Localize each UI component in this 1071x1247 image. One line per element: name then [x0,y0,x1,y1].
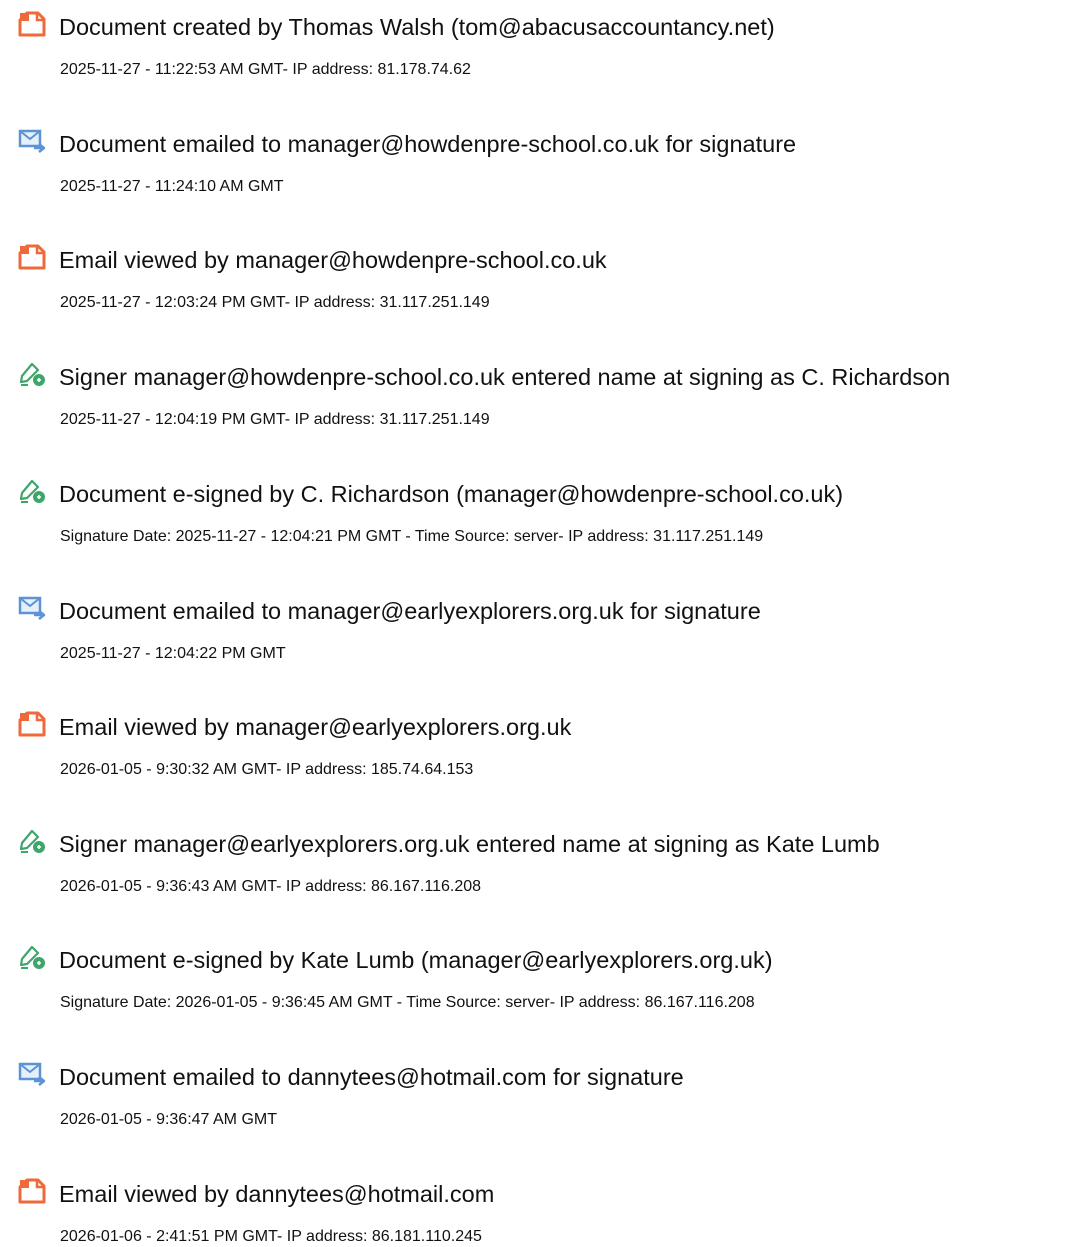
audit-event: Signer manager@earlyexplorers.org.uk ent… [0,817,1071,897]
event-title: Signer manager@earlyexplorers.org.uk ent… [59,831,880,857]
audit-event: Document emailed to dannytees@hotmail.co… [0,1050,1071,1130]
audit-event: Email viewed by manager@howdenpre-school… [0,233,1071,313]
event-detail: Signature Date: 2026-01-05 - 9:36:45 AM … [60,994,755,1011]
pen-sign-icon [18,478,46,504]
event-detail: 2025-11-27 - 11:24:10 AM GMT [60,178,284,195]
event-title: Document e-signed by C. Richardson (mana… [59,481,844,507]
audit-event: Document emailed to manager@earlyexplore… [0,584,1071,664]
pen-sign-icon [18,828,46,854]
audit-event: Document e-signed by Kate Lumb (manager@… [0,933,1071,1013]
document-icon [18,244,46,270]
event-detail: 2026-01-06 - 2:41:51 PM GMT- IP address:… [60,1228,482,1245]
event-title: Email viewed by manager@howdenpre-school… [59,247,607,273]
event-title: Document emailed to manager@earlyexplore… [59,598,761,624]
event-detail: 2026-01-05 - 9:30:32 AM GMT- IP address:… [60,761,474,778]
document-icon [18,11,46,37]
event-title: Document e-signed by Kate Lumb (manager@… [59,947,773,973]
email-send-icon [18,595,46,621]
event-title: Email viewed by dannytees@hotmail.com [59,1181,495,1207]
audit-event: Email viewed by dannytees@hotmail.com 20… [0,1167,1071,1247]
pen-sign-icon [18,361,46,387]
audit-trail-list: Document created by Thomas Walsh (tom@ab… [0,0,1071,1245]
event-title: Document emailed to dannytees@hotmail.co… [59,1064,684,1090]
event-detail: 2025-11-27 - 12:04:22 PM GMT [60,645,286,662]
document-icon [18,711,46,737]
event-detail: 2025-11-27 - 12:04:19 PM GMT- IP address… [60,411,490,428]
pen-sign-icon [18,944,46,970]
audit-event: Document emailed to manager@howdenpre-sc… [0,117,1071,197]
document-icon [18,1178,46,1204]
event-detail: 2025-11-27 - 12:03:24 PM GMT- IP address… [60,294,490,311]
audit-event: Email viewed by manager@earlyexplorers.o… [0,700,1071,780]
audit-event: Document created by Thomas Walsh (tom@ab… [0,0,1071,80]
event-detail: Signature Date: 2025-11-27 - 12:04:21 PM… [60,528,764,545]
event-title: Document created by Thomas Walsh (tom@ab… [59,14,775,40]
event-title: Document emailed to manager@howdenpre-sc… [59,131,797,157]
event-detail: 2026-01-05 - 9:36:47 AM GMT [60,1111,277,1128]
event-title: Email viewed by manager@earlyexplorers.o… [59,714,572,740]
event-title: Signer manager@howdenpre-school.co.uk en… [59,364,951,390]
email-send-icon [18,128,46,154]
audit-event: Signer manager@howdenpre-school.co.uk en… [0,350,1071,430]
audit-event: Document e-signed by C. Richardson (mana… [0,467,1071,547]
email-send-icon [18,1061,46,1087]
event-detail: 2025-11-27 - 11:22:53 AM GMT- IP address… [60,61,471,78]
event-detail: 2026-01-05 - 9:36:43 AM GMT- IP address:… [60,878,482,895]
